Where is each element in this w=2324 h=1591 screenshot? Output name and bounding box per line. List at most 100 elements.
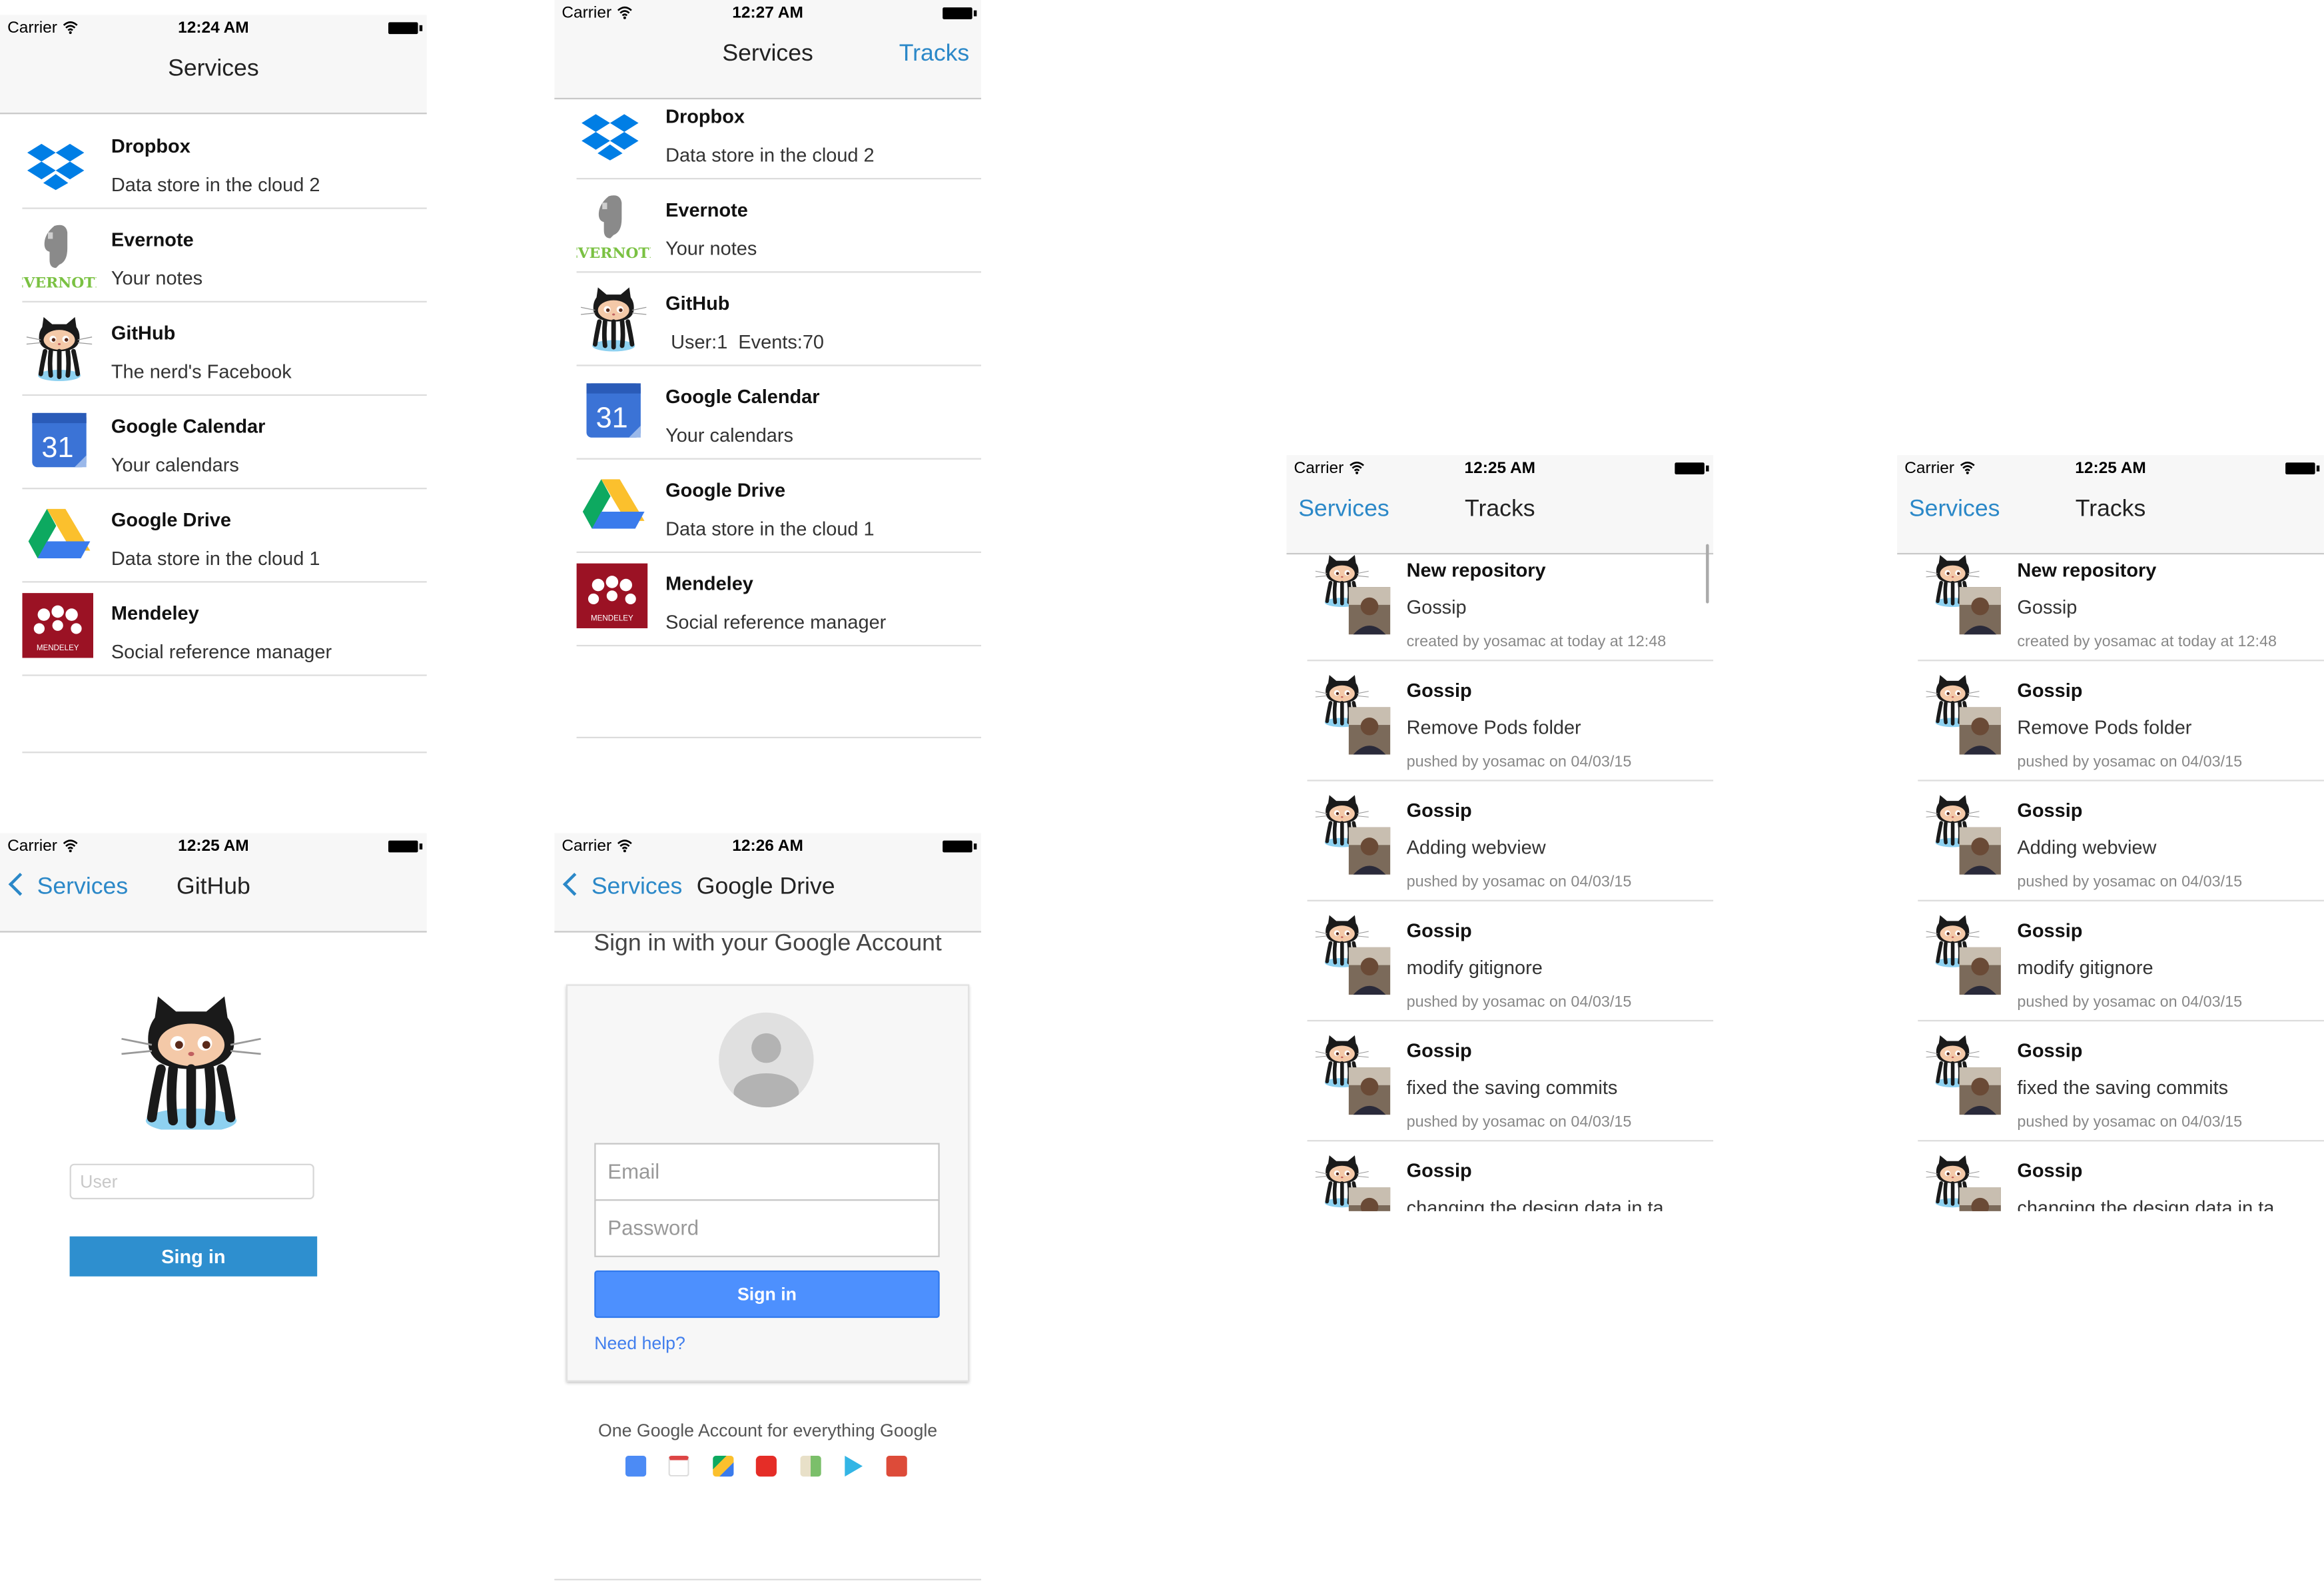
track-message: Gossip — [2017, 596, 2078, 618]
track-title: Gossip — [2017, 799, 2083, 821]
service-row-evernote[interactable]: Evernote Your notes — [22, 208, 427, 302]
service-desc: Social reference manager — [111, 640, 332, 663]
track-message: Adding webview — [2017, 835, 2157, 859]
service-name: Evernote — [111, 228, 194, 251]
play-icon — [845, 1456, 863, 1477]
service-row-mendeley[interactable]: Mendeley Social reference manager — [22, 581, 427, 676]
track-row[interactable]: Gossip Adding webview pushed by yosamac … — [1918, 782, 2324, 901]
track-title: Gossip — [2017, 1159, 2083, 1182]
service-row-google-calendar[interactable]: Google Calendar Your calendars — [576, 364, 982, 460]
track-message: fixed the saving commits — [2017, 1076, 2229, 1099]
service-name: GitHub — [111, 321, 176, 344]
password-field[interactable]: Password — [594, 1199, 940, 1257]
service-row-github[interactable]: GitHub The nerd's Facebook — [22, 301, 427, 396]
track-meta: pushed by yosamac on 04/03/15 — [1406, 993, 1632, 1011]
status-bar: Carrier 12:24 AM — [0, 15, 427, 45]
service-row-dropbox[interactable]: Dropbox Data store in the cloud 2 — [576, 85, 982, 180]
drive-icon — [713, 1456, 734, 1477]
service-desc: Your notes — [111, 266, 203, 289]
google-calendar-icon — [32, 412, 87, 468]
mendeley-icon — [576, 563, 648, 628]
status-time: 12:27 AM — [732, 4, 803, 23]
track-title: Gossip — [1406, 1039, 1472, 1062]
tracks-screen-1: Carrier 12:25 AM Services Tracks New rep… — [1286, 455, 1714, 1211]
navbar: Carrier 12:25 AM Services Tracks — [1897, 455, 2324, 555]
status-bar: Carrier 12:25 AM — [1286, 455, 1713, 485]
track-meta: pushed by yosamac on 04/03/15 — [2017, 753, 2243, 772]
track-row[interactable]: New repository Gossip created by yosamac… — [1918, 541, 2324, 662]
tracks-button[interactable]: Tracks — [899, 41, 969, 68]
github-octocat-icon — [22, 312, 96, 384]
track-row[interactable]: Gossip modify gitignore pushed by yosama… — [1918, 901, 2324, 1022]
status-bar: Carrier 12:26 AM — [554, 833, 981, 863]
service-row-google-drive[interactable]: Google Drive Data store in the cloud 1 — [22, 488, 427, 583]
service-desc: Your notes — [665, 237, 757, 260]
status-bar: Carrier 12:25 AM — [0, 833, 427, 863]
services-screen-1: Carrier 12:24 AM Services Dropbox Data s… — [0, 15, 427, 756]
signin-card: Email Password Sign in Need help? — [566, 984, 970, 1382]
service-desc: Your calendars — [111, 453, 239, 476]
evernote-icon — [576, 195, 651, 261]
page-title: Google Drive — [696, 874, 835, 900]
track-message: modify gitignore — [2017, 956, 2153, 979]
service-row-mendeley[interactable]: Mendeley Social reference manager — [576, 552, 982, 647]
track-message: modify gitignore — [1406, 956, 1543, 979]
service-row-evernote[interactable]: Evernote Your notes — [576, 178, 982, 273]
status-time: 12:25 AM — [2075, 459, 2146, 478]
status-bar: Carrier 12:27 AM — [554, 0, 981, 30]
battery-icon — [943, 840, 977, 853]
sign-in-button[interactable]: Sing in — [69, 1236, 318, 1277]
track-title: New repository — [2017, 558, 2157, 582]
sign-in-button[interactable]: Sign in — [594, 1270, 940, 1319]
github-signin-screen: Carrier 12:25 AM Services GitHub Sing in — [0, 833, 427, 1575]
repo-avatar-icon — [1313, 672, 1396, 755]
track-message: fixed the saving commits — [1406, 1076, 1618, 1099]
service-desc: Data store in the cloud 2 — [111, 173, 320, 196]
email-field[interactable]: Email — [594, 1143, 940, 1201]
status-time: 12:24 AM — [178, 19, 249, 37]
service-row-google-calendar[interactable]: Google Calendar Your calendars — [22, 394, 427, 490]
service-row-google-drive[interactable]: Google Drive Data store in the cloud 1 — [576, 458, 982, 553]
page-title: Tracks — [2075, 496, 2146, 522]
status-time: 12:26 AM — [732, 837, 803, 855]
need-help-link[interactable]: Need help? — [594, 1332, 685, 1353]
repo-avatar-icon — [1924, 552, 2007, 635]
track-row[interactable]: New repository Gossip created by yosamac… — [1307, 541, 1714, 662]
track-message: Remove Pods folder — [1406, 716, 1581, 739]
navbar: Carrier 12:24 AM Services — [0, 15, 427, 115]
mendeley-icon — [22, 593, 93, 658]
track-row[interactable]: Gossip Adding webview pushed by yosamac … — [1307, 782, 1714, 901]
person-icon — [733, 1033, 799, 1108]
service-name: Mendeley — [665, 572, 753, 595]
service-desc: User:1 Events:70 — [665, 330, 825, 353]
repo-avatar-icon — [1924, 672, 2007, 755]
track-row[interactable]: Gossip fixed the saving commits pushed b… — [1918, 1021, 2324, 1142]
track-row[interactable]: Gossip changing the design data in ta... — [1918, 1141, 2324, 1211]
github-octocat-icon — [577, 283, 651, 354]
service-name: Dropbox — [111, 135, 191, 157]
track-row[interactable]: Gossip changing the design data in ta... — [1308, 1141, 1714, 1211]
track-title: Gossip — [1406, 919, 1472, 941]
chevron-left-icon — [562, 872, 586, 896]
service-name: Google Calendar — [111, 415, 266, 438]
battery-icon — [388, 840, 423, 853]
services-screen-2: Carrier 12:27 AM Services Tracks Dropbox… — [554, 0, 982, 742]
track-meta: created by yosamac at today at 12:48 — [2017, 633, 2277, 651]
service-row-dropbox[interactable]: Dropbox Data store in the cloud 2 — [22, 114, 427, 209]
back-button[interactable]: Services — [562, 872, 682, 901]
repo-avatar-icon — [1313, 1032, 1396, 1115]
signin-heading: Sign in with your Google Account — [593, 931, 942, 957]
google-drive-icon — [28, 508, 91, 559]
footer-text: One Google Account for everything Google — [598, 1420, 938, 1441]
user-input[interactable] — [69, 1163, 314, 1200]
status-bar: Carrier 12:25 AM — [1897, 455, 2324, 485]
repo-avatar-icon — [1924, 1032, 2007, 1115]
service-row-github[interactable]: GitHub User:1 Events:70 — [576, 271, 982, 366]
status-time: 12:25 AM — [1464, 459, 1536, 478]
track-row[interactable]: Gossip Remove Pods folder pushed by yosa… — [1918, 661, 2324, 782]
track-row[interactable]: Gossip modify gitignore pushed by yosama… — [1307, 901, 1714, 1022]
evernote-icon — [22, 225, 97, 291]
empty-row-divider — [22, 752, 427, 754]
track-row[interactable]: Gossip fixed the saving commits pushed b… — [1307, 1021, 1714, 1142]
track-row[interactable]: Gossip Remove Pods folder pushed by yosa… — [1307, 661, 1714, 782]
